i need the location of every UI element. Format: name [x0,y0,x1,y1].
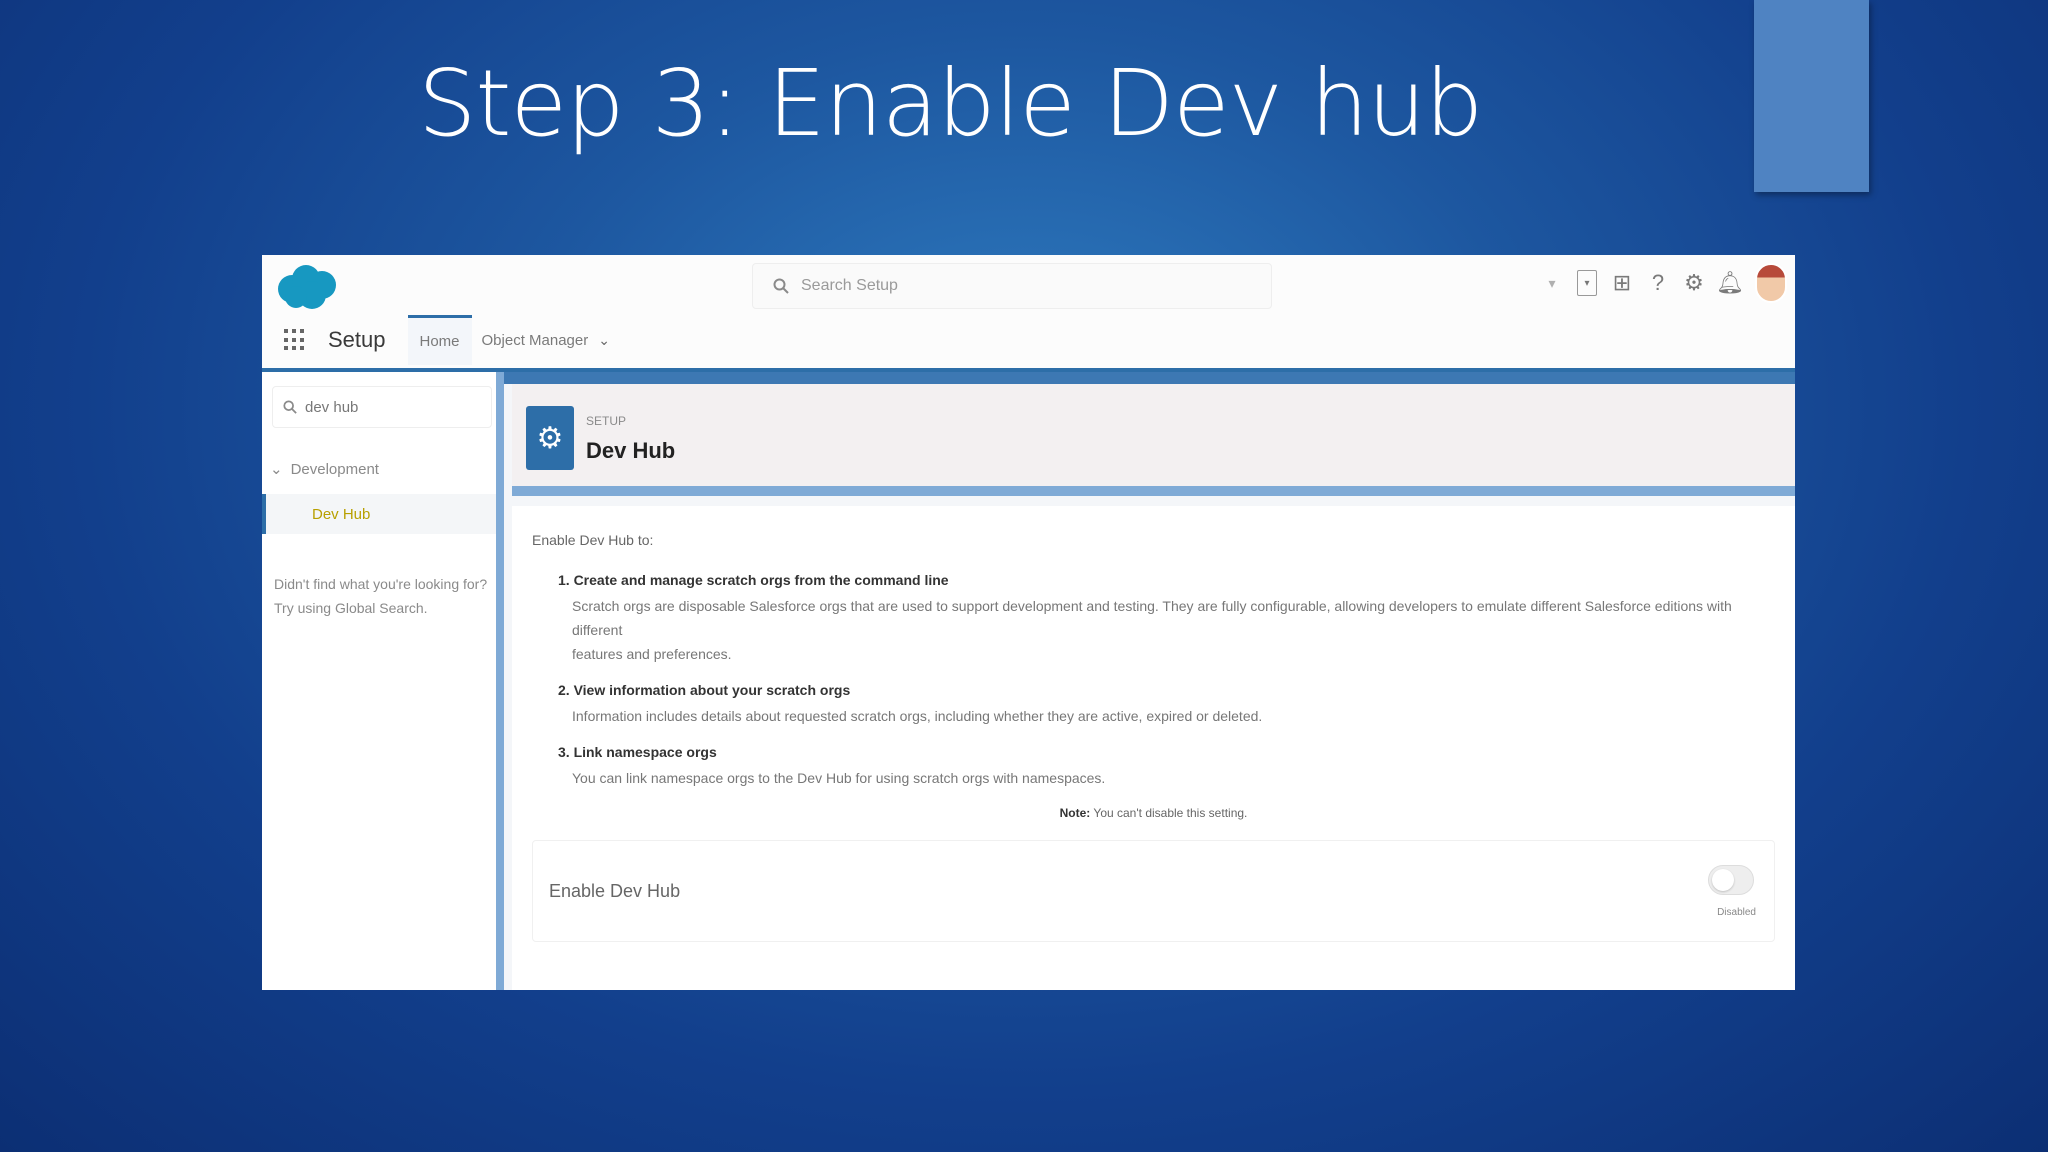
tab-home[interactable]: Home [407,315,472,365]
intro-text: Enable Dev Hub to: [532,532,654,548]
tab-object-manager[interactable]: Object Manager ⌄ [482,332,610,349]
item-description: Information includes details about reque… [558,704,1775,728]
user-avatar[interactable] [1755,263,1787,303]
global-search-input[interactable]: Search Setup [752,263,1272,309]
item-description: You can link namespace orgs to the Dev H… [558,766,1775,790]
search-icon [773,278,789,294]
notifications-bell-icon[interactable]: 🔔︎ [1716,270,1744,296]
list-item: 3. Link namespace orgs You can link name… [558,744,1775,790]
list-item: 2. View information about your scratch o… [558,682,1775,728]
note-text: You can't disable this setting. [1093,806,1248,820]
list-item: 1. Create and manage scratch orgs from t… [558,572,1775,666]
item-desc-line: features and preferences. [572,646,732,662]
accent-bar [1754,0,1869,192]
setup-sidebar: dev hub ⌄ Development Dev Hub Didn't fin… [262,372,504,990]
page-header: ⚙ SETUP Dev Hub [512,384,1795,496]
slide-title: Step 3: Enable Dev hub [418,50,1483,157]
item-desc-line: You can link namespace orgs to the Dev H… [572,770,1106,786]
tab-object-manager-label: Object Manager [481,331,589,349]
screenshot-frame: Search Setup ▾ ▾ ⊞ ? ⚙ 🔔︎ Setup Home Obj… [262,255,1795,990]
enable-dev-hub-toggle[interactable] [1708,865,1754,895]
main-content: ⚙ SETUP Dev Hub Enable Dev Hub to: 1. Cr… [504,372,1795,990]
quick-find-value: dev hub [305,398,359,416]
app-name: Setup [328,327,386,352]
sidebar-help-text: Didn't find what you're looking for? Try… [274,572,494,620]
item-heading: 3. Link namespace orgs [558,744,717,760]
chevron-down-icon: ⌄ [270,461,283,478]
enable-dev-hub-setting: Enable Dev Hub Disabled [532,840,1775,942]
item-heading: 1. Create and manage scratch orgs from t… [558,572,949,588]
global-header: Search Setup ▾ ▾ ⊞ ? ⚙ 🔔︎ Setup Home Obj… [262,255,1795,372]
item-description: Scratch orgs are disposable Salesforce o… [558,594,1775,666]
breadcrumb: SETUP [586,414,627,428]
global-actions-plus-icon[interactable]: ⊞ [1611,270,1633,296]
tree-group-development[interactable]: ⌄ Development [270,460,379,479]
disable-note: Note: You can't disable this setting. [532,806,1775,820]
search-icon [283,400,297,414]
chevron-down-icon[interactable]: ⌄ [598,332,610,349]
salesforce-logo-icon[interactable] [274,263,340,311]
header-actions: ▾ ▾ ⊞ ? ⚙ 🔔︎ [1541,263,1787,303]
note-label: Note: [1059,806,1091,820]
favorites-chevron-down-icon[interactable]: ▾ [1541,270,1563,296]
app-launcher-icon[interactable] [284,329,306,351]
dev-hub-settings: Enable Dev Hub to: 1. Create and manage … [512,506,1795,990]
enable-dev-hub-label: Enable Dev Hub [549,880,681,901]
quick-find-input[interactable]: dev hub [272,386,492,428]
page-title: Dev Hub [586,438,676,463]
item-desc-line: Information includes details about reque… [572,708,1263,724]
item-desc-line: Scratch orgs are disposable Salesforce o… [572,598,1732,638]
main-band [504,372,1795,384]
toggle-state-label: Disabled [1717,907,1756,918]
app-nav-bar: Setup Home Object Manager ⌄ [262,315,610,365]
item-heading: 2. View information about your scratch o… [558,682,851,698]
help-line-1: Didn't find what you're looking for? [274,576,488,592]
tree-item-dev-hub[interactable]: Dev Hub [262,494,496,534]
tree-group-label: Development [290,460,379,478]
setup-gear-icon[interactable]: ⚙ [1683,270,1705,296]
help-icon[interactable]: ? [1647,270,1669,296]
setup-gear-icon: ⚙ [526,406,574,470]
favorites-list-icon[interactable]: ▾ [1577,270,1597,296]
help-line-2: Try using Global Search. [274,600,428,616]
search-placeholder: Search Setup [801,277,898,294]
